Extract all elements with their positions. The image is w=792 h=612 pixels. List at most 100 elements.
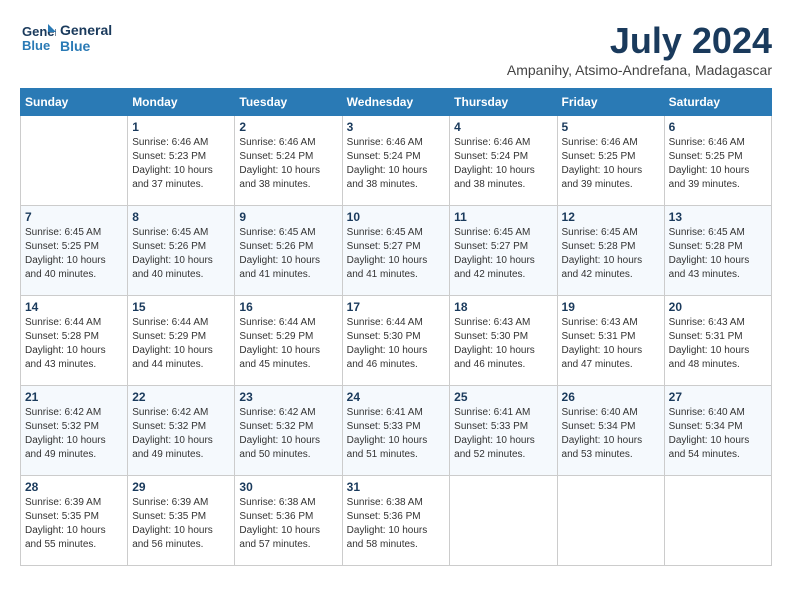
day-info: Sunrise: 6:43 AM Sunset: 5:31 PM Dayligh…: [669, 316, 767, 372]
day-cell-27: 27Sunrise: 6:40 AM Sunset: 5:34 PM Dayli…: [664, 386, 771, 476]
day-cell-17: 17 Sunrise: 6:44 AM Sunset: 5:30 PM Dayli…: [342, 296, 450, 386]
day-number: 7: [25, 210, 123, 224]
day-cell-20: 20 Sunrise: 6:43 AM Sunset: 5:31 PM Dayli…: [664, 296, 771, 386]
day-number: 23: [239, 390, 337, 404]
day-info: Sunrise: 6:42 AM Sunset: 5:32 PM Dayligh…: [239, 406, 337, 462]
day-number: 28: [25, 480, 123, 494]
day-info: Sunrise: 6:45 AM Sunset: 5:28 PM Dayligh…: [669, 226, 767, 282]
day-info: Sunrise: 6:45 AM Sunset: 5:26 PM Dayligh…: [239, 226, 337, 282]
day-info: Sunrise: 6:46 AM Sunset: 5:23 PM Dayligh…: [132, 136, 230, 192]
day-cell-3: 3Sunrise: 6:46 AM Sunset: 5:24 PM Daylig…: [342, 116, 450, 206]
day-number: 22: [132, 390, 230, 404]
day-number: 13: [669, 210, 767, 224]
day-cell-13: 13 Sunrise: 6:45 AM Sunset: 5:28 PM Dayli…: [664, 206, 771, 296]
day-info: Sunrise: 6:44 AM Sunset: 5:28 PM Dayligh…: [25, 316, 123, 372]
day-cell-25: 25Sunrise: 6:41 AM Sunset: 5:33 PM Dayli…: [450, 386, 557, 476]
logo-general: General: [60, 22, 112, 38]
day-cell-18: 18Sunrise: 6:43 AM Sunset: 5:30 PM Dayli…: [450, 296, 557, 386]
weekday-header-sunday: Sunday: [21, 89, 128, 116]
logo: General Blue General Blue: [20, 20, 112, 56]
day-number: 24: [347, 390, 446, 404]
day-info: Sunrise: 6:42 AM Sunset: 5:32 PM Dayligh…: [25, 406, 123, 462]
day-info: Sunrise: 6:46 AM Sunset: 5:24 PM Dayligh…: [347, 136, 446, 192]
weekday-header-friday: Friday: [557, 89, 664, 116]
day-number: 6: [669, 120, 767, 134]
svg-text:Blue: Blue: [22, 38, 50, 53]
day-number: 26: [562, 390, 660, 404]
weekday-header-saturday: Saturday: [664, 89, 771, 116]
day-info: Sunrise: 6:40 AM Sunset: 5:34 PM Dayligh…: [669, 406, 767, 462]
weekday-header-tuesday: Tuesday: [235, 89, 342, 116]
week-row-3: 14Sunrise: 6:44 AM Sunset: 5:28 PM Dayli…: [21, 296, 772, 386]
day-number: 20: [669, 300, 767, 314]
day-cell-9: 9Sunrise: 6:45 AM Sunset: 5:26 PM Daylig…: [235, 206, 342, 296]
day-info: Sunrise: 6:45 AM Sunset: 5:26 PM Dayligh…: [132, 226, 230, 282]
day-cell-23: 23 Sunrise: 6:42 AM Sunset: 5:32 PM Dayli…: [235, 386, 342, 476]
day-info: Sunrise: 6:44 AM Sunset: 5:30 PM Dayligh…: [347, 316, 446, 372]
day-cell-8: 8 Sunrise: 6:45 AM Sunset: 5:26 PM Daylig…: [128, 206, 235, 296]
day-info: Sunrise: 6:39 AM Sunset: 5:35 PM Dayligh…: [132, 496, 230, 552]
day-number: 5: [562, 120, 660, 134]
day-cell-19: 19 Sunrise: 6:43 AM Sunset: 5:31 PM Dayli…: [557, 296, 664, 386]
day-cell-6: 6 Sunrise: 6:46 AM Sunset: 5:25 PM Daylig…: [664, 116, 771, 206]
day-info: Sunrise: 6:46 AM Sunset: 5:24 PM Dayligh…: [454, 136, 552, 192]
empty-cell: [664, 476, 771, 566]
calendar-table: SundayMondayTuesdayWednesdayThursdayFrid…: [20, 88, 772, 566]
day-cell-21: 21 Sunrise: 6:42 AM Sunset: 5:32 PM Dayli…: [21, 386, 128, 476]
weekday-header-monday: Monday: [128, 89, 235, 116]
day-info: Sunrise: 6:45 AM Sunset: 5:28 PM Dayligh…: [562, 226, 660, 282]
week-row-4: 21 Sunrise: 6:42 AM Sunset: 5:32 PM Dayli…: [21, 386, 772, 476]
day-info: Sunrise: 6:38 AM Sunset: 5:36 PM Dayligh…: [239, 496, 337, 552]
day-info: Sunrise: 6:43 AM Sunset: 5:31 PM Dayligh…: [562, 316, 660, 372]
day-number: 21: [25, 390, 123, 404]
day-info: Sunrise: 6:45 AM Sunset: 5:25 PM Dayligh…: [25, 226, 123, 282]
day-number: 8: [132, 210, 230, 224]
day-cell-16: 16 Sunrise: 6:44 AM Sunset: 5:29 PM Dayli…: [235, 296, 342, 386]
day-info: Sunrise: 6:38 AM Sunset: 5:36 PM Dayligh…: [347, 496, 446, 552]
day-cell-22: 22 Sunrise: 6:42 AM Sunset: 5:32 PM Dayli…: [128, 386, 235, 476]
weekday-header-thursday: Thursday: [450, 89, 557, 116]
day-cell-31: 31 Sunrise: 6:38 AM Sunset: 5:36 PM Dayli…: [342, 476, 450, 566]
location-label: Ampanihy, Atsimo-Andrefana, Madagascar: [507, 62, 772, 78]
day-info: Sunrise: 6:45 AM Sunset: 5:27 PM Dayligh…: [454, 226, 552, 282]
day-cell-10: 10 Sunrise: 6:45 AM Sunset: 5:27 PM Dayli…: [342, 206, 450, 296]
day-cell-7: 7 Sunrise: 6:45 AM Sunset: 5:25 PM Daylig…: [21, 206, 128, 296]
week-row-5: 28 Sunrise: 6:39 AM Sunset: 5:35 PM Dayli…: [21, 476, 772, 566]
day-info: Sunrise: 6:39 AM Sunset: 5:35 PM Dayligh…: [25, 496, 123, 552]
day-number: 30: [239, 480, 337, 494]
day-cell-5: 5Sunrise: 6:46 AM Sunset: 5:25 PM Daylig…: [557, 116, 664, 206]
week-row-2: 7 Sunrise: 6:45 AM Sunset: 5:25 PM Daylig…: [21, 206, 772, 296]
day-number: 16: [239, 300, 337, 314]
week-row-1: 1 Sunrise: 6:46 AM Sunset: 5:23 PM Daylig…: [21, 116, 772, 206]
day-info: Sunrise: 6:44 AM Sunset: 5:29 PM Dayligh…: [132, 316, 230, 372]
day-info: Sunrise: 6:45 AM Sunset: 5:27 PM Dayligh…: [347, 226, 446, 282]
empty-cell: [450, 476, 557, 566]
title-block: July 2024 Ampanihy, Atsimo-Andrefana, Ma…: [507, 20, 772, 78]
day-number: 15: [132, 300, 230, 314]
day-number: 1: [132, 120, 230, 134]
day-number: 29: [132, 480, 230, 494]
page-header: General Blue General Blue July 2024 Ampa…: [20, 20, 772, 78]
month-title: July 2024: [507, 20, 772, 62]
day-cell-29: 29 Sunrise: 6:39 AM Sunset: 5:35 PM Dayli…: [128, 476, 235, 566]
day-number: 11: [454, 210, 552, 224]
day-cell-30: 30 Sunrise: 6:38 AM Sunset: 5:36 PM Dayli…: [235, 476, 342, 566]
day-number: 4: [454, 120, 552, 134]
day-info: Sunrise: 6:42 AM Sunset: 5:32 PM Dayligh…: [132, 406, 230, 462]
day-info: Sunrise: 6:46 AM Sunset: 5:24 PM Dayligh…: [239, 136, 337, 192]
day-cell-11: 11 Sunrise: 6:45 AM Sunset: 5:27 PM Dayli…: [450, 206, 557, 296]
day-number: 31: [347, 480, 446, 494]
day-number: 10: [347, 210, 446, 224]
day-cell-2: 2 Sunrise: 6:46 AM Sunset: 5:24 PM Daylig…: [235, 116, 342, 206]
day-number: 2: [239, 120, 337, 134]
day-number: 12: [562, 210, 660, 224]
day-number: 19: [562, 300, 660, 314]
day-info: Sunrise: 6:41 AM Sunset: 5:33 PM Dayligh…: [454, 406, 552, 462]
day-number: 17: [347, 300, 446, 314]
day-info: Sunrise: 6:46 AM Sunset: 5:25 PM Dayligh…: [669, 136, 767, 192]
day-cell-14: 14Sunrise: 6:44 AM Sunset: 5:28 PM Dayli…: [21, 296, 128, 386]
day-info: Sunrise: 6:44 AM Sunset: 5:29 PM Dayligh…: [239, 316, 337, 372]
day-cell-1: 1 Sunrise: 6:46 AM Sunset: 5:23 PM Daylig…: [128, 116, 235, 206]
weekday-header-wednesday: Wednesday: [342, 89, 450, 116]
day-cell-24: 24Sunrise: 6:41 AM Sunset: 5:33 PM Dayli…: [342, 386, 450, 476]
